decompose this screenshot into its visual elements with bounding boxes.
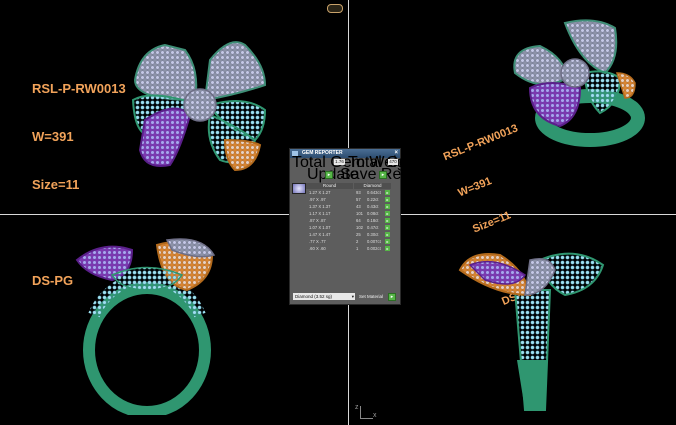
row-select-button[interactable]: ▸	[385, 211, 390, 216]
table-row: 1.27 X 1.27 93 0.643ct ▸	[306, 190, 391, 196]
table-row: 1.37 X 1.37 43 0.43ct ▸	[306, 204, 391, 210]
table-row: 1.17 X 1.17 101 0.08ct ▸	[306, 211, 391, 217]
row-weight: 0.007ct	[367, 239, 381, 244]
row-weight: 0.643ct	[367, 190, 381, 195]
row-select-button[interactable]: ▸	[385, 204, 390, 209]
material-select[interactable]: Diamond (3.52 sg) ▾	[293, 293, 355, 300]
row-select-button[interactable]: ▸	[385, 197, 390, 202]
chevron-down-icon: ▾	[351, 294, 354, 299]
table-row: .60 X .60 1 0.002ct ▸	[306, 246, 391, 252]
label-sku: RSL-P-RW0013	[32, 81, 126, 96]
row-size: .60 X .60	[309, 246, 326, 251]
table-row: 1.47 X 1.47 25 0.30ct ▸	[306, 232, 391, 238]
row-select-button[interactable]: ▸	[385, 246, 390, 251]
table-row: .77 X .77 2 0.007ct ▸	[306, 239, 391, 245]
set-material-label: Set Material	[359, 294, 384, 299]
row-weight: 0.18ct	[367, 218, 379, 223]
row-size: 1.47 X 1.47	[309, 232, 331, 237]
row-select-button[interactable]: ▸	[385, 225, 390, 230]
row-weight: 0.08ct	[367, 211, 379, 216]
table-row: 1.07 X 1.07 102 0.47ct ▸	[306, 225, 391, 231]
material-select-value: Diamond (3.52 sg)	[295, 294, 333, 299]
set-material-button[interactable]: ▸	[388, 293, 396, 301]
ring-render-side-view	[458, 252, 605, 411]
row-size: .87 X .87	[309, 218, 326, 223]
row-select-button[interactable]: ▸	[385, 190, 390, 195]
row-count: 64	[356, 218, 361, 223]
row-select-button[interactable]: ▸	[385, 232, 390, 237]
axis-indicator: z x	[355, 404, 377, 419]
row-count: 43	[356, 204, 361, 209]
row-weight: 0.002ct	[367, 246, 381, 251]
row-select-button[interactable]: ▸	[385, 239, 390, 244]
row-count: 93	[356, 190, 361, 195]
ring-render-front-view	[75, 238, 216, 415]
row-count: 1	[356, 246, 359, 251]
row-count: 2	[356, 239, 359, 244]
row-weight: 0.47ct	[367, 225, 379, 230]
label-size: Size=11	[32, 177, 80, 192]
row-count: 102	[356, 225, 363, 230]
viewcube-marker[interactable]	[327, 4, 343, 13]
row-count: 25	[356, 232, 361, 237]
column-header-gem-type: Diamond	[354, 183, 391, 189]
label-weight: W=391	[32, 129, 74, 144]
row-size: .77 X .77	[309, 239, 326, 244]
label-weight-rotated: W=391	[456, 175, 494, 200]
total-count-field[interactable]: 470	[388, 159, 398, 165]
table-row: .97 X .97 57 0.22ct ▸	[306, 197, 391, 203]
label-size-rotated: Size=11	[470, 209, 513, 236]
total-count-label: Total Gem Count	[348, 154, 469, 171]
row-count: 101	[356, 211, 363, 216]
table-row: .87 X .87 64 0.18ct ▸	[306, 218, 391, 224]
row-size: 1.37 X 1.37	[309, 204, 331, 209]
save-report-button[interactable]: ▸	[379, 171, 387, 179]
row-size: 1.07 X 1.07	[309, 225, 331, 230]
row-size: 1.17 X 1.17	[309, 211, 331, 216]
row-weight: 0.22ct	[367, 197, 379, 202]
row-select-button[interactable]: ▸	[385, 218, 390, 223]
row-count: 57	[356, 197, 361, 202]
update-button[interactable]: ▸	[325, 171, 333, 179]
ring-render-top-view	[131, 41, 267, 172]
ring-render-perspective-view	[513, 19, 645, 147]
row-weight: 0.30ct	[367, 232, 379, 237]
diamond-icon	[292, 183, 306, 194]
column-header-shape: Round	[306, 183, 353, 189]
row-size: .97 X .97	[309, 197, 326, 202]
row-weight: 0.43ct	[367, 204, 379, 209]
row-size: 1.27 X 1.27	[309, 190, 331, 195]
